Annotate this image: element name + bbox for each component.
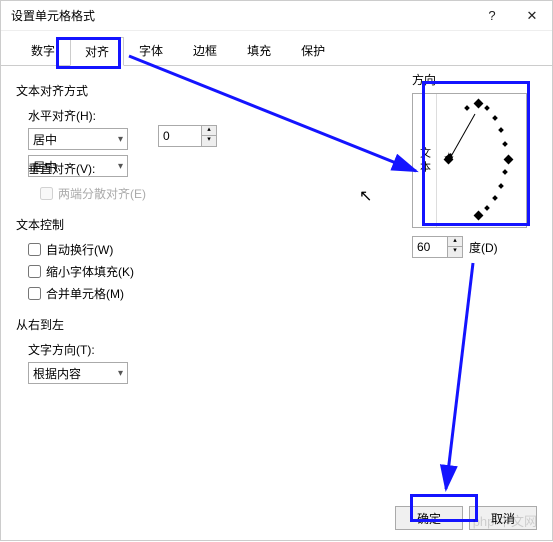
shrink-fit-checkbox[interactable] bbox=[28, 265, 41, 278]
orientation-arc[interactable]: ✦ bbox=[437, 94, 526, 227]
ok-button[interactable]: 确定 bbox=[395, 506, 463, 530]
horizontal-combo[interactable]: 居中 ▾ bbox=[28, 128, 128, 150]
dialog-title: 设置单元格格式 bbox=[11, 7, 472, 24]
text-direction-label: 文字方向(T): bbox=[28, 341, 537, 358]
wrap-text-label: 自动换行(W) bbox=[46, 241, 113, 258]
vertical-value: 居中 bbox=[33, 158, 57, 175]
degrees-label: 度(D) bbox=[469, 239, 498, 256]
help-button[interactable]: ? bbox=[472, 2, 512, 30]
cancel-button[interactable]: 取消 bbox=[469, 506, 537, 530]
indent-input[interactable] bbox=[158, 125, 202, 147]
chevron-down-icon: ▾ bbox=[118, 161, 123, 172]
tab-protect[interactable]: 保护 bbox=[286, 36, 340, 65]
orientation-box[interactable]: 文本 bbox=[412, 93, 527, 228]
degrees-input[interactable] bbox=[412, 236, 448, 258]
horizontal-value: 居中 bbox=[33, 131, 57, 148]
wrap-text-checkbox[interactable] bbox=[28, 243, 41, 256]
merge-cells-label: 合并单元格(M) bbox=[46, 285, 124, 302]
distribute-checkbox bbox=[40, 187, 53, 200]
indent-spinner[interactable]: ▴ ▾ bbox=[158, 125, 217, 147]
spin-up-icon[interactable]: ▴ bbox=[202, 126, 216, 136]
text-direction-combo[interactable]: 根据内容 ▾ bbox=[28, 362, 128, 384]
tab-fill[interactable]: 填充 bbox=[232, 36, 286, 65]
tab-number[interactable]: 数字 bbox=[16, 36, 70, 65]
chevron-down-icon: ▾ bbox=[118, 134, 123, 145]
degrees-spinner[interactable]: ▴ ▾ bbox=[412, 236, 463, 258]
orientation-vertical-text[interactable]: 文本 bbox=[413, 94, 437, 227]
distribute-label: 两端分散对齐(E) bbox=[58, 185, 146, 202]
orientation-label: 方向 bbox=[412, 71, 527, 88]
tab-alignment[interactable]: 对齐 bbox=[70, 37, 124, 66]
text-direction-value: 根据内容 bbox=[33, 365, 81, 382]
spin-down-icon[interactable]: ▾ bbox=[202, 136, 216, 146]
spin-down-icon[interactable]: ▾ bbox=[448, 247, 462, 257]
tab-font[interactable]: 字体 bbox=[124, 36, 178, 65]
merge-cells-checkbox[interactable] bbox=[28, 287, 41, 300]
tab-border[interactable]: 边框 bbox=[178, 36, 232, 65]
close-button[interactable]: ✕ bbox=[512, 2, 552, 30]
chevron-down-icon: ▾ bbox=[118, 368, 123, 379]
shrink-fit-label: 缩小字体填充(K) bbox=[46, 263, 134, 280]
rtl-section: 从右到左 bbox=[16, 316, 537, 333]
spin-up-icon[interactable]: ▴ bbox=[448, 237, 462, 247]
